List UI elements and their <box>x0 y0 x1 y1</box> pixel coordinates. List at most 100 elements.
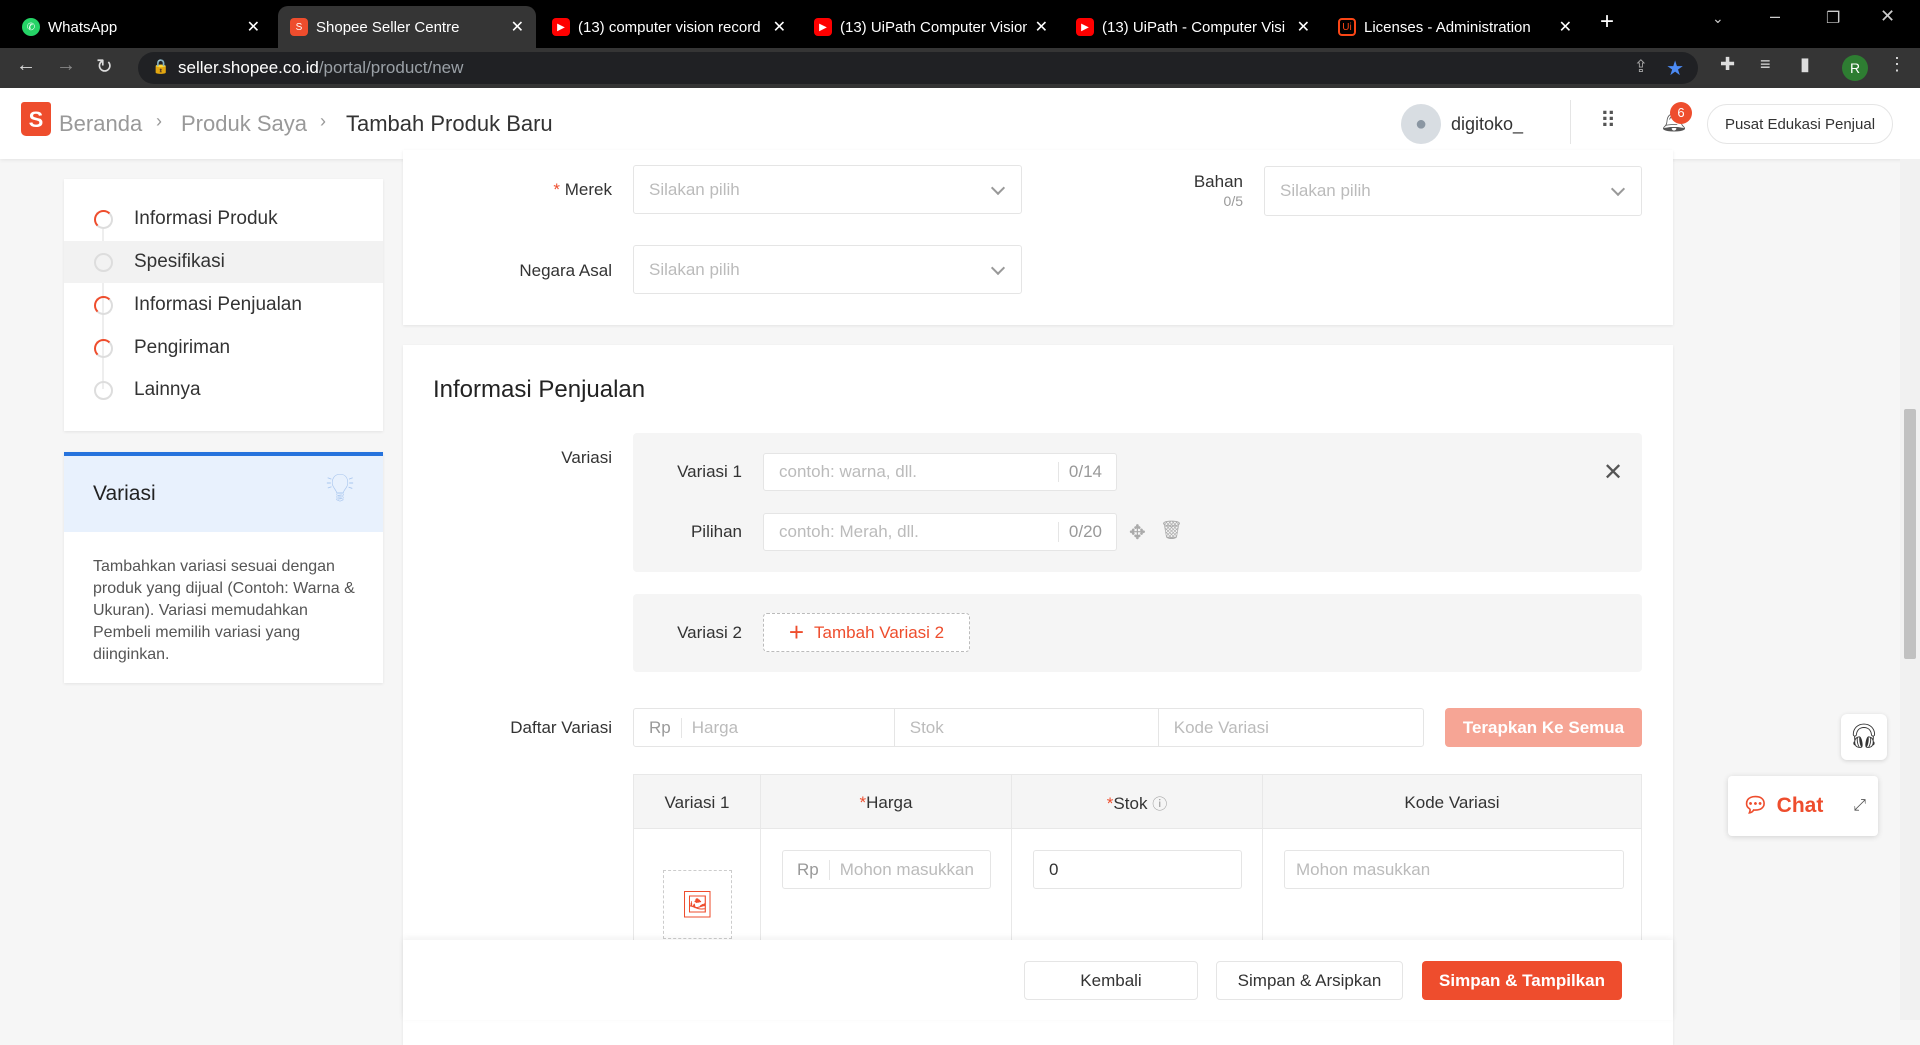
edu-center-button[interactable]: Pusat Edukasi Penjual <box>1707 104 1893 144</box>
reload-icon[interactable]: ↻ <box>96 54 113 79</box>
section-nav: Informasi Produk Spesifikasi Informasi P… <box>64 179 383 431</box>
plus-icon: + <box>788 617 805 647</box>
bahan-count: 0/5 <box>1223 193 1243 209</box>
tip-text: Tambahkan variasi sesuai dengan produk y… <box>93 558 355 663</box>
shopee-icon: S <box>290 18 308 36</box>
sidebar-item-pengiriman[interactable]: Pengiriman <box>64 327 383 369</box>
merek-select[interactable]: Silakan pilih <box>633 165 1022 214</box>
column-header: Kode Variasi <box>1404 793 1500 812</box>
whatsapp-icon: ✆ <box>22 18 40 36</box>
stock-input[interactable]: 0 <box>1033 850 1242 889</box>
variasi-label: Variasi <box>561 448 612 467</box>
sidebar-item-spesifikasi[interactable]: Spesifikasi <box>64 241 383 283</box>
tab-youtube-2[interactable]: ▶ (13) UiPath Computer Vision ✕ <box>802 6 1060 48</box>
divider <box>1570 100 1571 144</box>
close-tab-icon[interactable]: ✕ <box>773 17 786 37</box>
apps-grid-icon[interactable]: ⠿ <box>1600 108 1616 134</box>
daftar-variasi-label: Daftar Variasi <box>510 718 612 737</box>
add-variasi2-button[interactable]: + Tambah Variasi 2 <box>763 613 970 652</box>
bahan-select[interactable]: Silakan pilih <box>1264 166 1642 216</box>
batch-price-input[interactable]: Harga <box>682 709 895 746</box>
sidebar-item-lainnya[interactable]: Lainnya <box>64 369 383 411</box>
notification-badge: 6 <box>1670 102 1692 124</box>
tab-youtube-1[interactable]: ▶ (13) computer vision record ✕ <box>540 6 798 48</box>
avatar[interactable]: ● <box>1401 104 1441 144</box>
apply-all-button[interactable]: Terapkan Ke Semua <box>1445 708 1642 747</box>
forward-icon[interactable]: → <box>56 54 76 77</box>
tip-title: Variasi <box>93 482 156 505</box>
tab-licenses[interactable]: Ui Licenses - Administration ✕ <box>1326 6 1584 48</box>
variation-code-input[interactable]: Mohon masukkan <box>1284 850 1624 889</box>
variasi1-label: Variasi 1 <box>677 462 742 481</box>
column-header: *Stok ⓘ <box>1106 794 1168 813</box>
chevron-down-icon <box>1610 181 1626 197</box>
trash-icon[interactable]: 🗑︎ <box>1160 520 1183 541</box>
restore-button[interactable]: ❐ <box>1826 8 1840 28</box>
batch-stock-input[interactable]: Stok <box>895 709 1159 746</box>
section-title: Informasi Penjualan <box>433 376 646 403</box>
add-image-icon[interactable]: 🖼︎ <box>663 870 732 939</box>
side-panel-icon[interactable]: ▮ <box>1800 54 1810 75</box>
menu-icon[interactable]: ⋮ <box>1888 54 1906 75</box>
chevron-right-icon: › <box>320 111 326 131</box>
uipath-icon: Ui <box>1338 18 1356 36</box>
media-icon[interactable]: ≡ <box>1760 54 1771 75</box>
move-icon[interactable]: ✥ <box>1129 520 1146 545</box>
sidebar-item-informasi-produk[interactable]: Informasi Produk <box>64 198 383 240</box>
sidebar-item-informasi-penjualan[interactable]: Informasi Penjualan <box>64 284 383 326</box>
progress-icon <box>94 252 113 272</box>
column-header: Variasi 1 <box>664 793 730 812</box>
chat-button[interactable]: 💬︎ Chat ⤢ <box>1728 776 1878 836</box>
help-icon[interactable]: ⓘ <box>1152 796 1167 813</box>
breadcrumb-beranda[interactable]: Beranda <box>59 111 142 137</box>
browser-tab-bar: ✆ WhatsApp ✕ S Shopee Seller Centre ✕ ▶ (13) … <box>0 0 1920 48</box>
breadcrumb-produk-saya[interactable]: Produk Saya <box>181 111 307 137</box>
price-input[interactable]: Rp Mohon masukkan <box>782 850 991 889</box>
variasi2-label: Variasi 2 <box>677 623 742 642</box>
close-tab-icon[interactable]: ✕ <box>1559 17 1572 37</box>
batch-code-input[interactable]: Kode Variasi <box>1159 718 1423 738</box>
breadcrumb-current: Tambah Produk Baru <box>346 111 553 136</box>
extensions-icon[interactable]: ✚ <box>1720 54 1735 75</box>
tab-shopee[interactable]: S Shopee Seller Centre ✕ <box>278 6 536 48</box>
tip-card: Variasi 💡︎ Tambahkan variasi sesuai deng… <box>64 452 383 683</box>
save-publish-button[interactable]: Simpan & Tampilkan <box>1422 961 1622 1000</box>
tab-youtube-3[interactable]: ▶ (13) UiPath - Computer Visi ✕ <box>1064 6 1322 48</box>
chevron-right-icon: › <box>156 111 162 131</box>
expand-icon[interactable]: ⤢ <box>1853 797 1866 815</box>
back-icon[interactable]: ← <box>16 54 36 77</box>
close-tab-icon[interactable]: ✕ <box>511 17 524 37</box>
pilihan-input[interactable]: contoh: Merah, dll. 0/20 <box>763 513 1117 551</box>
tab-whatsapp[interactable]: ✆ WhatsApp ✕ <box>10 6 272 48</box>
scrollbar[interactable] <box>1900 159 1920 1020</box>
headset-icon[interactable]: 🎧︎ <box>1841 714 1887 760</box>
close-icon[interactable]: ✕ <box>1603 458 1623 487</box>
scrollbar-thumb[interactable] <box>1904 409 1916 659</box>
new-tab-button[interactable]: + <box>1600 8 1614 36</box>
pilihan-label: Pilihan <box>690 522 742 541</box>
username[interactable]: digitoko_ <box>1451 114 1523 135</box>
save-archive-button[interactable]: Simpan & Arsipkan <box>1216 961 1403 1000</box>
char-counter: 0/14 <box>1057 462 1116 482</box>
minimize-button[interactable]: – <box>1770 6 1780 27</box>
bookmark-star-icon[interactable]: ★ <box>1666 56 1684 81</box>
shopee-logo[interactable]: S <box>21 102 51 136</box>
lock-icon: 🔒 <box>152 58 170 74</box>
share-icon[interactable]: ⇪ <box>1634 57 1648 77</box>
negara-asal-label: Negara Asal <box>519 261 612 280</box>
close-window-button[interactable]: ✕ <box>1880 6 1895 27</box>
progress-icon <box>94 209 113 229</box>
lightbulb-icon: 💡︎ <box>326 466 354 510</box>
tab-search-icon[interactable]: ⌄ <box>1712 10 1724 27</box>
chat-icon: 💬︎ <box>1742 794 1769 817</box>
profile-avatar[interactable]: R <box>1842 55 1868 81</box>
close-tab-icon[interactable]: ✕ <box>1035 17 1048 37</box>
variasi1-name-input[interactable]: contoh: warna, dll. 0/14 <box>763 453 1117 491</box>
close-tab-icon[interactable]: ✕ <box>247 17 260 37</box>
youtube-icon: ▶ <box>552 18 570 36</box>
negara-asal-select[interactable]: Silakan pilih <box>633 245 1022 294</box>
close-tab-icon[interactable]: ✕ <box>1297 17 1310 37</box>
back-button[interactable]: Kembali <box>1024 961 1198 1000</box>
address-bar[interactable]: 🔒 seller.shopee.co.id/portal/product/new… <box>138 52 1698 84</box>
progress-icon <box>94 338 113 358</box>
